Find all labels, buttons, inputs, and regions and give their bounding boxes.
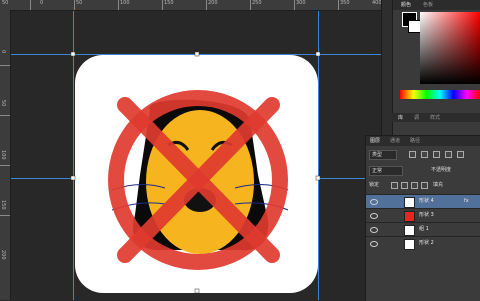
- layer-thumbnail: [404, 225, 415, 236]
- layer-filter-select[interactable]: 类型: [369, 150, 397, 160]
- tab-swatches[interactable]: 色板: [423, 1, 433, 9]
- layer-row[interactable]: 形状 4 fx: [366, 194, 480, 209]
- layers-panel: 图层 通道 路径 类型 正常 不透明度 锁定 填充 形状 4 fx 形状 3 组…: [365, 135, 480, 301]
- lock-all-icon[interactable]: [421, 182, 428, 189]
- opacity-label: 不透明度: [431, 167, 452, 173]
- layers-panel-tabs: 图层 通道 路径: [366, 136, 480, 146]
- transform-handle[interactable]: [194, 51, 200, 57]
- artwork[interactable]: [0, 0, 392, 300]
- layer-row[interactable]: 组 1: [366, 222, 480, 237]
- layer-name[interactable]: 形状 3: [419, 212, 434, 219]
- lock-position-icon[interactable]: [411, 182, 418, 189]
- tab-libraries[interactable]: 库: [398, 114, 403, 122]
- fill-label: 填充: [433, 182, 444, 188]
- layer-row[interactable]: 形状 3: [366, 208, 480, 223]
- layer-name[interactable]: 组 1: [419, 226, 429, 233]
- transform-handle[interactable]: [70, 51, 76, 57]
- transform-handle[interactable]: [194, 288, 200, 294]
- visibility-eye-icon[interactable]: [370, 199, 378, 205]
- color-field[interactable]: [420, 12, 480, 84]
- layer-thumbnail: [404, 239, 415, 250]
- lock-label: 锁定: [369, 182, 380, 188]
- lock-transparent-icon[interactable]: [391, 182, 398, 189]
- blend-mode-row: 正常 不透明度: [369, 166, 477, 176]
- filter-smart-object-icon[interactable]: [457, 151, 464, 158]
- layer-thumbnail: [404, 197, 415, 208]
- filter-shape-icon[interactable]: [445, 151, 452, 158]
- tab-paths[interactable]: 路径: [410, 137, 420, 145]
- filter-type-icon[interactable]: [433, 151, 440, 158]
- visibility-eye-icon[interactable]: [370, 213, 378, 219]
- tab-styles[interactable]: 样式: [430, 114, 440, 122]
- visibility-eye-icon[interactable]: [370, 241, 378, 247]
- layer-row[interactable]: 形状 2: [366, 236, 480, 251]
- tab-layers[interactable]: 图层: [370, 137, 380, 145]
- layer-fx-badge[interactable]: fx: [464, 198, 469, 205]
- blend-mode-select[interactable]: 正常: [369, 166, 403, 176]
- layer-name[interactable]: 形状 2: [419, 240, 434, 247]
- lock-row: 锁定 填充: [369, 181, 477, 189]
- tab-channels[interactable]: 通道: [390, 137, 400, 145]
- lock-pixels-icon[interactable]: [401, 182, 408, 189]
- tab-color[interactable]: 颜色: [401, 1, 411, 9]
- transform-handle[interactable]: [315, 175, 321, 181]
- filter-pixel-icon[interactable]: [409, 151, 416, 158]
- transform-handle[interactable]: [70, 175, 76, 181]
- layer-name[interactable]: 形状 4: [419, 198, 434, 205]
- tab-adjustments[interactable]: 调: [414, 114, 419, 122]
- visibility-eye-icon[interactable]: [370, 227, 378, 233]
- libraries-tabs: 库 调 样式: [392, 113, 480, 122]
- layer-filter-row: 类型: [369, 150, 477, 160]
- layer-thumbnail: [404, 211, 415, 222]
- color-panel-tabs: 颜色 色板: [393, 0, 480, 10]
- filter-adjustment-icon[interactable]: [421, 151, 428, 158]
- hue-spectrum-bar[interactable]: [400, 90, 480, 99]
- transform-handle[interactable]: [315, 51, 321, 57]
